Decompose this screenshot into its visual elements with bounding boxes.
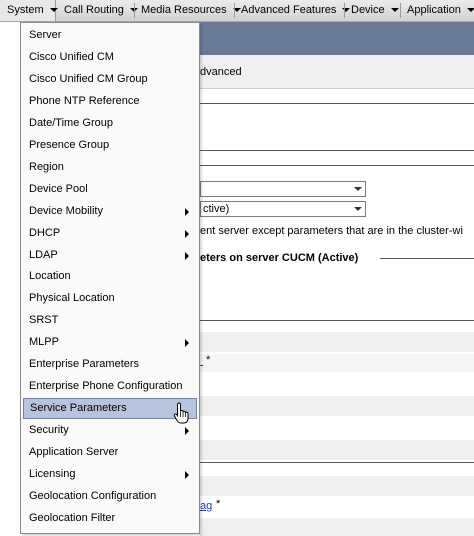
menu-item-label: DHCP [29, 226, 61, 239]
menu-media-resources[interactable]: Media Resources [141, 0, 241, 21]
section-divider [200, 320, 474, 321]
param-row [200, 440, 474, 460]
menu-item-cisco-unified-cm[interactable]: Cisco Unified CM [23, 47, 197, 68]
fieldset-title: eters on server CUCM (Active) [200, 252, 361, 264]
menu-item-label: Server [29, 29, 62, 41]
menu-item-label: Cisco Unified CM Group [29, 72, 148, 85]
menu-item-device-mobility[interactable]: Device Mobility [23, 201, 197, 222]
menu-item-service-parameters[interactable]: Service Parameters [23, 398, 197, 420]
service-select[interactable]: ctive) [200, 201, 366, 217]
section-divider [200, 165, 474, 166]
menu-item-enterprise-phone-configuration[interactable]: Enterprise Phone Configuration [23, 376, 197, 397]
menu-divider [134, 3, 135, 18]
menu-item-label: Phone NTP Reference [29, 94, 140, 107]
required-star: * [206, 354, 211, 366]
submenu-arrow-icon [185, 339, 189, 348]
menu-item-label: Physical Location [29, 292, 115, 305]
menu-item-ldap[interactable]: LDAP [23, 245, 197, 266]
menu-item-licensing[interactable]: Licensing [23, 464, 197, 485]
menu-item-dhcp[interactable]: DHCP [23, 223, 197, 244]
submenu-arrow-icon [185, 229, 189, 238]
menu-item-region[interactable]: Region [23, 157, 197, 178]
menu-advanced-features-label: Advanced Features [241, 4, 337, 16]
menu-item-label: Application Server [29, 446, 119, 459]
submenu-arrow-icon [185, 251, 189, 260]
menu-application-label: Application [407, 4, 461, 16]
menu-call-routing-label: Call Routing [64, 4, 124, 16]
menu-item-srst[interactable]: SRST [23, 310, 197, 331]
menu-item-server[interactable]: Server [23, 25, 197, 46]
param-row [200, 332, 474, 352]
menu-item-label: Licensing [29, 468, 76, 480]
menu-item-label: Enterprise Parameters [29, 358, 140, 371]
toolbar-advanced-link[interactable]: dvanced [200, 66, 242, 78]
menu-item-geolocation-filter[interactable]: Geolocation Filter [23, 508, 197, 529]
menu-item-date-time-group[interactable]: Date/Time Group [23, 113, 197, 134]
section-divider [200, 462, 474, 463]
submenu-arrow-icon [185, 207, 189, 216]
menu-item-cisco-unified-cm-group[interactable]: Cisco Unified CM Group [23, 69, 197, 90]
service-select-value: ctive) [203, 203, 230, 215]
menu-system-label: System [7, 4, 44, 16]
menu-item-label: Date/Time Group [29, 116, 113, 129]
menu-application[interactable]: Application [407, 0, 474, 21]
menu-item-location[interactable]: Location [23, 266, 197, 287]
page-header-band [200, 22, 474, 55]
chevron-down-icon [49, 8, 58, 13]
fieldset-border [380, 258, 474, 259]
main-menu-bar: System Call Routing Media Resources Adva… [0, 0, 474, 22]
menu-advanced-features[interactable]: Advanced Features [241, 0, 351, 21]
menu-item-label: LDAP [29, 248, 58, 261]
chevron-down-icon [354, 207, 362, 211]
required-star: * [216, 498, 221, 510]
menu-device[interactable]: Device [351, 0, 399, 21]
menu-item-label: Cisco Unified CM [29, 50, 114, 63]
chevron-down-icon [390, 8, 399, 13]
menu-item-label: MLPP [29, 336, 59, 349]
menu-item-label: Presence Group [29, 138, 110, 151]
menu-item-label: Geolocation Configuration [29, 489, 157, 502]
menu-item-presence-group[interactable]: Presence Group [23, 135, 197, 156]
param-row [200, 518, 474, 536]
menu-item-phone-ntp-reference[interactable]: Phone NTP Reference [23, 91, 197, 112]
menu-item-label: SRST [29, 314, 59, 327]
menu-item-physical-location[interactable]: Physical Location [23, 288, 197, 309]
menu-item-label: Region [29, 160, 64, 173]
param-row [200, 354, 474, 372]
menu-item-label: Enterprise Phone Configuration [29, 380, 183, 393]
menu-item-geolocation-configuration[interactable]: Geolocation Configuration [23, 486, 197, 507]
submenu-arrow-icon [185, 471, 189, 479]
menu-item-device-pool[interactable]: Device Pool [23, 179, 197, 200]
menu-device-label: Device [351, 4, 385, 16]
param-link-flag[interactable]: ag [200, 500, 212, 512]
param-row [200, 476, 474, 496]
menu-item-application-server[interactable]: Application Server [23, 442, 197, 463]
menu-item-label: Service Parameters [30, 402, 127, 415]
chevron-down-icon [354, 187, 362, 191]
menu-item-mlpp[interactable]: MLPP [23, 332, 197, 353]
menu-item-label: Device Mobility [29, 204, 103, 217]
chevron-down-icon [466, 8, 474, 13]
menu-divider [344, 3, 345, 18]
menu-item-label: Security [29, 424, 69, 437]
menu-item-label: Geolocation Filter [29, 511, 116, 524]
menu-item-enterprise-parameters[interactable]: Enterprise Parameters [23, 354, 197, 375]
system-dropdown-menu: Server Cisco Unified CM Cisco Unified CM G… [20, 22, 200, 534]
submenu-arrow-icon [185, 427, 189, 436]
section-divider [200, 150, 474, 151]
menu-divider [400, 3, 401, 18]
info-text: ent server except parameters that are in… [200, 225, 463, 237]
param-link[interactable] [200, 355, 203, 367]
menu-item-security[interactable]: Security [23, 420, 197, 441]
section-divider [200, 103, 474, 104]
hand-pointer-cursor-icon [173, 402, 189, 424]
menu-item-label: Location [29, 270, 71, 283]
menu-media-resources-label: Media Resources [141, 4, 227, 16]
server-select[interactable] [200, 181, 366, 197]
menu-call-routing[interactable]: Call Routing [64, 0, 138, 21]
menu-divider [234, 3, 235, 18]
menu-item-label: Device Pool [29, 182, 88, 195]
menu-system[interactable]: System [0, 0, 58, 21]
param-row [200, 396, 474, 416]
